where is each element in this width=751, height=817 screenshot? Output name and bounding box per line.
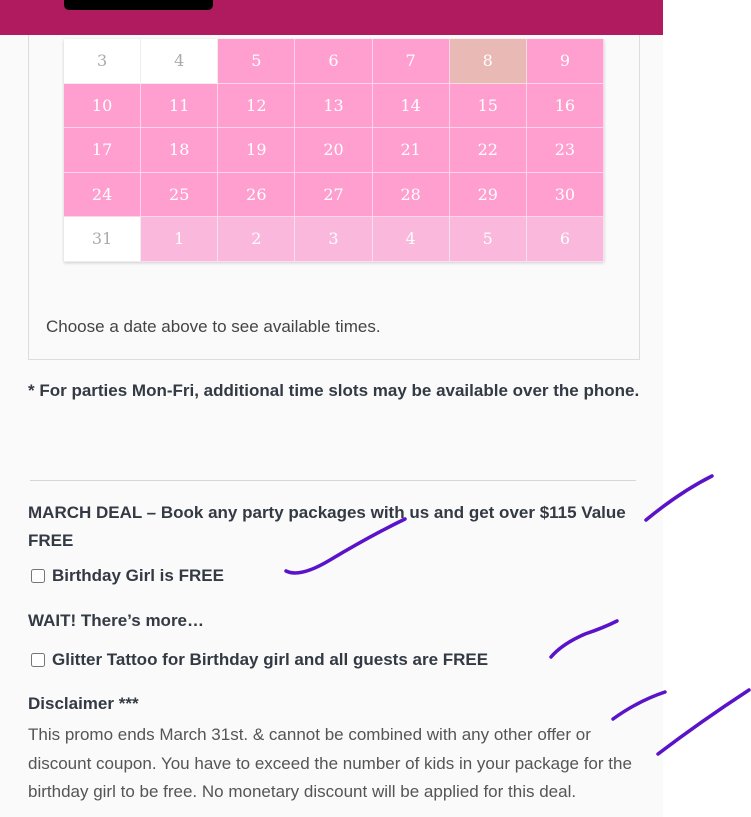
- glitter-tattoo-checkbox[interactable]: [31, 653, 45, 667]
- calendar-day-cell[interactable]: 11: [141, 83, 219, 128]
- calendar-day-cell[interactable]: 22: [449, 128, 527, 173]
- calendar-day-cell[interactable]: 7: [372, 39, 450, 84]
- header-bar: [0, 0, 663, 35]
- disclaimer-heading: Disclaimer ***: [28, 694, 139, 713]
- calendar-day-cell[interactable]: 10: [64, 83, 142, 128]
- phone-availability-note: * For parties Mon-Fri, additional time s…: [28, 381, 640, 400]
- calendar-day-cell[interactable]: 18: [141, 128, 219, 173]
- calendar-day-cell: 31: [64, 217, 142, 262]
- calendar-day-cell[interactable]: 13: [295, 83, 373, 128]
- calendar-day-cell: 3: [64, 39, 142, 84]
- calendar-day-cell[interactable]: 4: [372, 217, 450, 262]
- calendar-day-cell[interactable]: 17: [64, 128, 142, 173]
- calendar-day-cell[interactable]: 2: [218, 217, 296, 262]
- calendar-day-cell[interactable]: 28: [372, 172, 450, 217]
- calendar-day-cell[interactable]: 5: [218, 39, 296, 84]
- calendar-day-cell[interactable]: 27: [295, 172, 373, 217]
- deal-title: MARCH DEAL – Book any party packages wit…: [28, 503, 626, 550]
- ink-stroke-5: [656, 688, 751, 756]
- calendar-day-cell[interactable]: 16: [526, 83, 604, 128]
- calendar-day-cell[interactable]: 25: [141, 172, 219, 217]
- calendar-day-cell[interactable]: 14: [372, 83, 450, 128]
- calendar-day-cell[interactable]: 3: [295, 217, 373, 262]
- option-glitter-tattoo[interactable]: Glitter Tattoo for Birthday girl and all…: [31, 650, 488, 670]
- wait-more-heading: WAIT! There’s more…: [28, 611, 205, 630]
- header-button[interactable]: [64, 0, 213, 10]
- birthday-girl-free-label: Birthday Girl is FREE: [52, 566, 224, 585]
- choose-date-hint: Choose a date above to see available tim…: [46, 317, 381, 336]
- calendar-day-cell[interactable]: 23: [526, 128, 604, 173]
- calendar-day-cell[interactable]: 6: [526, 217, 604, 262]
- birthday-girl-free-checkbox[interactable]: [31, 569, 45, 583]
- calendar-day-cell: 4: [141, 39, 219, 84]
- calendar-day-cell[interactable]: 20: [295, 128, 373, 173]
- calendar-day-cell[interactable]: 24: [64, 172, 142, 217]
- date-picker-calendar: 3 4 5 6 7 8 9 10 11 12 13 14 15 16 17 18 19 20 21 22 23 24 25 2…: [64, 39, 604, 262]
- calendar-day-cell[interactable]: 6: [295, 39, 373, 84]
- glitter-tattoo-label: Glitter Tattoo for Birthday girl and all…: [52, 650, 489, 669]
- calendar-day-cell[interactable]: 5: [449, 217, 527, 262]
- calendar-day-cell[interactable]: 30: [526, 172, 604, 217]
- option-birthday-girl-free[interactable]: Birthday Girl is FREE: [31, 566, 224, 586]
- calendar-day-cell[interactable]: 8: [449, 39, 527, 84]
- calendar-day-cell[interactable]: 9: [526, 39, 604, 84]
- calendar-day-cell[interactable]: 19: [218, 128, 296, 173]
- calendar-day-cell[interactable]: 12: [218, 83, 296, 128]
- calendar-day-cell[interactable]: 15: [449, 83, 527, 128]
- divider: [30, 480, 636, 481]
- calendar-day-cell[interactable]: 1: [141, 217, 219, 262]
- disclaimer-text: This promo ends March 31st. & cannot be …: [28, 725, 632, 801]
- calendar-day-cell[interactable]: 29: [449, 172, 527, 217]
- calendar-day-cell[interactable]: 26: [218, 172, 296, 217]
- calendar-day-cell[interactable]: 21: [372, 128, 450, 173]
